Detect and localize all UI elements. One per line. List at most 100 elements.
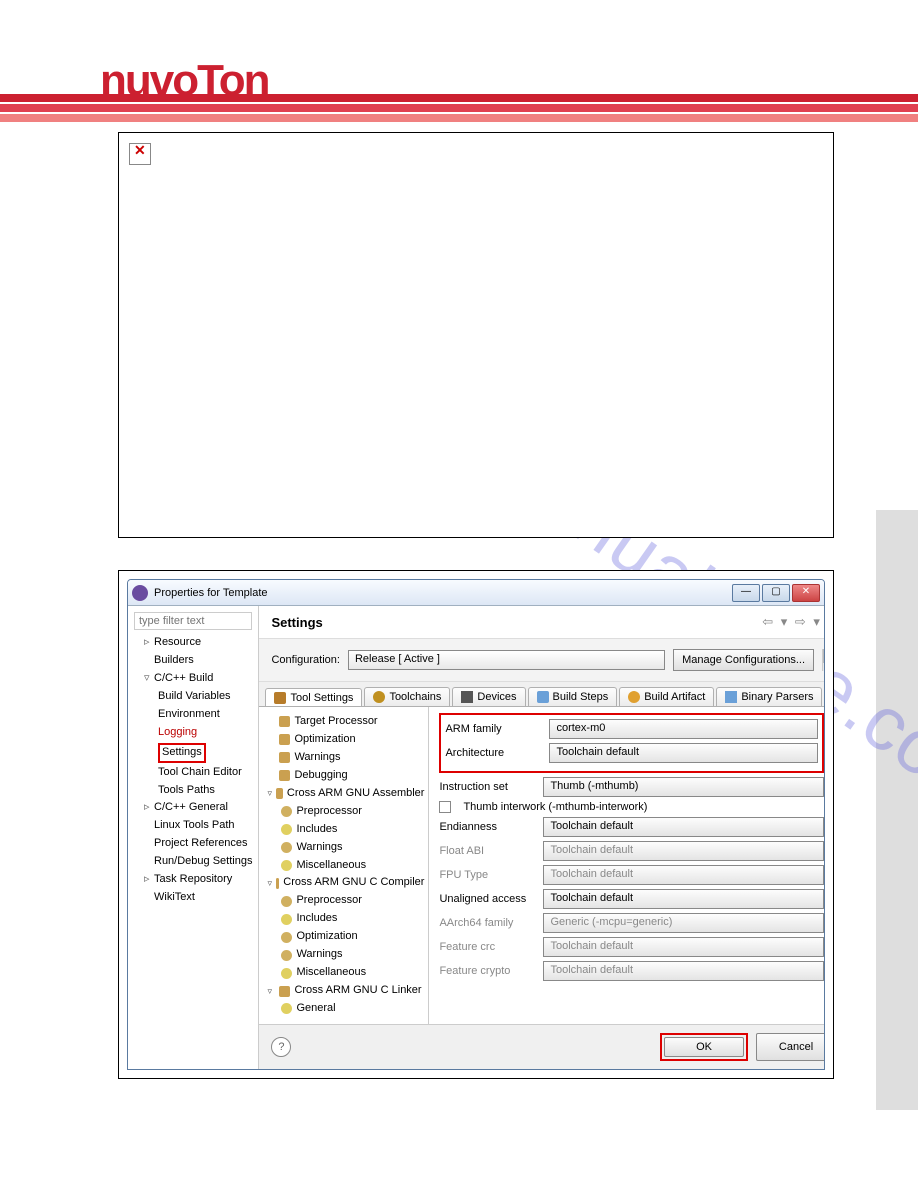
wrench-icon	[279, 734, 290, 745]
unaligned-access-select[interactable]: Toolchain default	[543, 889, 824, 909]
tt-misc-asm[interactable]: Miscellaneous	[263, 857, 424, 875]
tab-tool-settings[interactable]: Tool Settings	[265, 688, 362, 707]
tree-logging[interactable]: Logging	[134, 724, 252, 742]
tt-includes[interactable]: Includes	[263, 821, 424, 839]
eclipse-icon	[132, 585, 148, 601]
tt-general[interactable]: General	[263, 1000, 424, 1018]
ok-button[interactable]: OK	[664, 1037, 744, 1057]
wrench-icon	[279, 716, 290, 727]
close-button[interactable]: ✕	[792, 584, 820, 602]
gear-icon	[281, 968, 292, 979]
minimize-button[interactable]: —	[732, 584, 760, 602]
tt-ccompiler[interactable]: ▿Cross ARM GNU C Compiler	[263, 874, 424, 892]
thumb-interwork-checkbox[interactable]	[439, 801, 451, 813]
wrench-icon	[279, 770, 290, 781]
tree-ccbuild[interactable]: ▿C/C++ Build	[134, 670, 252, 688]
gear-icon	[281, 824, 292, 835]
tt-assembler[interactable]: ▿Cross ARM GNU Assembler	[263, 785, 424, 803]
feature-crc-select: Toolchain default	[543, 937, 824, 957]
titlebar: Properties for Template — ▢ ✕	[128, 580, 824, 606]
window-title: Properties for Template	[154, 587, 730, 599]
tt-includes-c[interactable]: Includes	[263, 910, 424, 928]
help-button[interactable]: ?	[271, 1037, 291, 1057]
tree-linux-tools[interactable]: Linux Tools Path	[134, 817, 252, 835]
tree-proj-refs[interactable]: Project References	[134, 835, 252, 853]
tab-toolchains[interactable]: Toolchains	[364, 687, 450, 706]
tree-task-repo[interactable]: ▹Task Repository	[134, 871, 252, 889]
tt-misc-c[interactable]: Miscellaneous	[263, 964, 424, 982]
maximize-button[interactable]: ▢	[762, 584, 790, 602]
endianness-label: Endianness	[439, 821, 535, 833]
nav-arrows[interactable]: ⇦ ▾ ⇨ ▾ ▾	[762, 614, 825, 630]
tree-build-vars[interactable]: Build Variables	[134, 688, 252, 706]
tab-build-artifact[interactable]: Build Artifact	[619, 687, 714, 706]
tab-devices[interactable]: Devices	[452, 687, 525, 706]
category-tree-panel: ▹Resource Builders ▿C/C++ Build Build Va…	[128, 606, 259, 1069]
tt-warnings-asm[interactable]: Warnings	[263, 839, 424, 857]
config-scroll[interactable]: ▲	[822, 649, 825, 671]
tabstrip: Tool Settings Toolchains Devices Build S…	[259, 682, 825, 707]
configuration-select[interactable]: Release [ Active ]	[348, 650, 665, 670]
dialog-screenshot-frame: Properties for Template — ▢ ✕ ▹Resource …	[118, 570, 834, 1079]
filter-input[interactable]	[134, 612, 252, 630]
tab-overflow[interactable]: ▸	[824, 686, 825, 706]
tree-resource[interactable]: ▹Resource	[134, 634, 252, 652]
page-icon	[281, 896, 292, 907]
wrench-icon	[276, 878, 279, 889]
arm-family-select[interactable]: cortex-m0	[549, 719, 818, 739]
wrench-icon	[279, 986, 290, 997]
arm-family-label: ARM family	[445, 723, 541, 735]
gear-icon	[281, 914, 292, 925]
tt-warnings-c[interactable]: Warnings	[263, 946, 424, 964]
tree-toolchain-editor[interactable]: Tool Chain Editor	[134, 764, 252, 782]
tree-ccgeneral[interactable]: ▹C/C++ General	[134, 799, 252, 817]
tab-build-steps[interactable]: Build Steps	[528, 687, 618, 706]
aarch64-family-label: AArch64 family	[439, 917, 535, 929]
tt-preprocessor-c[interactable]: Preprocessor	[263, 892, 424, 910]
tt-target-processor[interactable]: Target Processor	[263, 713, 424, 731]
feature-crypto-label: Feature crypto	[439, 965, 535, 977]
chain-icon	[373, 691, 385, 703]
cancel-button[interactable]: Cancel	[756, 1033, 825, 1061]
tt-debugging[interactable]: Debugging	[263, 767, 424, 785]
tree-rundebug[interactable]: Run/Debug Settings	[134, 853, 252, 871]
configuration-label: Configuration:	[271, 654, 340, 666]
tree-environment[interactable]: Environment	[134, 706, 252, 724]
gear-icon	[281, 860, 292, 871]
gear-icon	[281, 1003, 292, 1014]
tree-tools-paths[interactable]: Tools Paths	[134, 782, 252, 800]
wrench-icon	[276, 788, 283, 799]
page-title: Settings	[271, 615, 322, 630]
instruction-set-label: Instruction set	[439, 781, 535, 793]
fpu-type-select: Toolchain default	[543, 865, 824, 885]
steps-icon	[537, 691, 549, 703]
properties-dialog: Properties for Template — ▢ ✕ ▹Resource …	[127, 579, 825, 1070]
binary-icon	[725, 691, 737, 703]
manage-configurations-button[interactable]: Manage Configurations...	[673, 649, 814, 671]
tab-binary-parsers[interactable]: Binary Parsers	[716, 687, 822, 706]
tree-builders[interactable]: Builders	[134, 652, 252, 670]
page-icon	[281, 932, 292, 943]
tt-warnings[interactable]: Warnings	[263, 749, 424, 767]
tt-preprocessor[interactable]: Preprocessor	[263, 803, 424, 821]
tt-clinker[interactable]: ▿Cross ARM GNU C Linker	[263, 982, 424, 1000]
side-shadow	[876, 510, 918, 1110]
page-header: nuvoTon	[0, 0, 918, 120]
architecture-select[interactable]: Toolchain default	[549, 743, 818, 763]
page-icon	[281, 842, 292, 853]
tree-wikitext[interactable]: WikiText	[134, 889, 252, 907]
tt-optimization-c[interactable]: Optimization	[263, 928, 424, 946]
unaligned-access-label: Unaligned access	[439, 893, 535, 905]
header-stripes	[0, 94, 918, 120]
architecture-label: Architecture	[445, 747, 541, 759]
page-icon	[281, 806, 292, 817]
wrench-icon	[279, 752, 290, 763]
fpu-type-label: FPU Type	[439, 869, 535, 881]
tree-settings[interactable]: Settings	[134, 742, 252, 764]
tt-optimization[interactable]: Optimization	[263, 731, 424, 749]
instruction-set-select[interactable]: Thumb (-mthumb)	[543, 777, 824, 797]
page-icon	[281, 950, 292, 961]
endianness-select[interactable]: Toolchain default	[543, 817, 824, 837]
tool-settings-tree: Target Processor Optimization Warnings D…	[259, 707, 429, 1024]
arm-family-highlight: ARM family cortex-m0 Architecture Toolch…	[439, 713, 824, 773]
